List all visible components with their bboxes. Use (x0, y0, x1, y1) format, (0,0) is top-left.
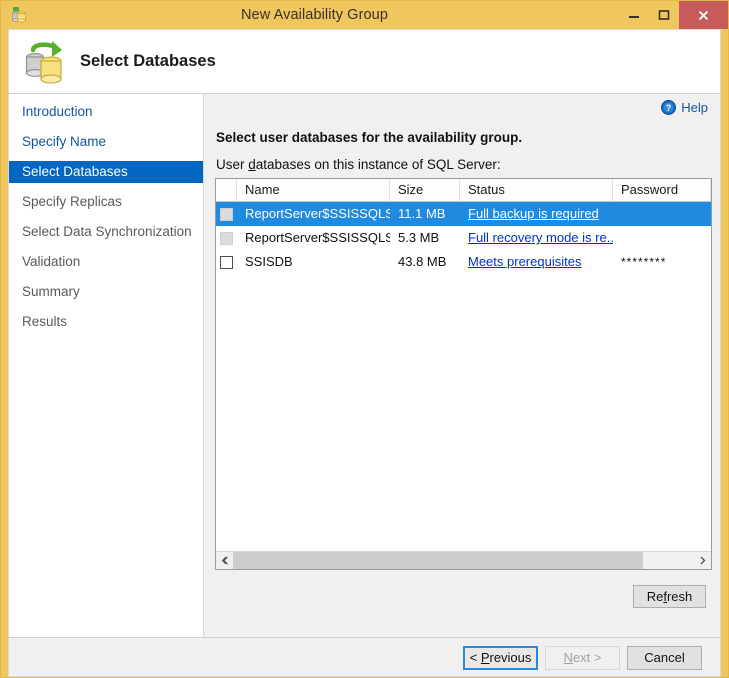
row-status-label: Full backup is required (468, 206, 599, 221)
row-size: 11.1 MB (398, 206, 446, 221)
body-area: Introduction Specify Name Select Databas… (8, 93, 721, 637)
footer-bar: < Previous Next > Cancel (8, 637, 721, 677)
previous-label-part1: < (469, 650, 481, 665)
row-status-label: Meets prerequisites (468, 254, 582, 269)
checkbox-unchecked-icon[interactable] (220, 255, 233, 269)
grid-label-part1: User (216, 157, 249, 172)
sidebar-item-specify-replicas: Specify Replicas (22, 194, 122, 209)
database-icon (9, 5, 29, 25)
column-header-name[interactable]: Name (237, 179, 390, 201)
row-size: 43.8 MB (398, 254, 447, 269)
sidebar-item-validation: Validation (22, 254, 81, 269)
scroll-right-button[interactable] (694, 552, 711, 569)
chevron-left-icon (221, 556, 228, 565)
row-checkbox-cell[interactable] (216, 255, 237, 269)
content-panel: ? Help Select user databases for the ava… (204, 94, 720, 637)
grid-label: User databases on this instance of SQL S… (216, 157, 501, 172)
previous-button[interactable]: < Previous (463, 646, 538, 670)
row-status-link[interactable]: Full backup is required (460, 202, 613, 226)
previous-label-part2: revious (489, 650, 532, 665)
cancel-label: Cancel (644, 650, 685, 665)
next-label-accel: N (563, 650, 573, 665)
row-status-link[interactable]: Meets prerequisites (460, 250, 613, 274)
wizard-steps-sidebar: Introduction Specify Name Select Databas… (9, 94, 204, 637)
row-status-link[interactable]: Full recovery mode is re... (460, 226, 613, 250)
table-row[interactable]: ReportServer$SSISSQLSER... 11.1 MB Full … (216, 202, 711, 226)
grid-label-accel: d (248, 157, 256, 172)
chevron-right-icon (700, 556, 706, 565)
grid-label-part2: atabases on this instance of SQL Server: (255, 157, 501, 172)
maximize-button[interactable] (649, 1, 679, 29)
refresh-label-part1: Re (646, 589, 664, 604)
scroll-left-button[interactable] (216, 552, 233, 569)
sidebar-item-introduction[interactable]: Introduction (9, 101, 203, 123)
grid-body: ReportServer$SSISSQLSER... 11.1 MB Full … (216, 202, 711, 551)
row-name: SSISDB (245, 254, 293, 269)
horizontal-scrollbar[interactable] (216, 551, 711, 569)
refresh-button[interactable]: Refresh (633, 585, 706, 608)
sidebar-item-summary: Summary (22, 284, 80, 299)
sidebar-item-specify-name[interactable]: Specify Name (9, 131, 203, 153)
row-size: 5.3 MB (398, 230, 440, 245)
sidebar-item-select-data-synchronization: Select Data Synchronization (22, 224, 192, 239)
row-password[interactable]: ******** (613, 250, 711, 274)
checkbox-unchecked-icon (220, 207, 233, 221)
row-status-label: Full recovery mode is re... (468, 230, 613, 245)
page-title: Select Databases (80, 52, 216, 70)
checkbox-unchecked-icon (220, 231, 233, 245)
minimize-button[interactable] (619, 1, 649, 29)
cancel-button[interactable]: Cancel (627, 646, 702, 670)
svg-text:?: ? (666, 103, 672, 113)
close-icon (698, 10, 709, 20)
help-label: Help (681, 100, 708, 115)
row-checkbox-cell[interactable] (216, 231, 237, 245)
column-header-size[interactable]: Size (390, 179, 460, 201)
next-label-part2: ext > (572, 650, 602, 665)
table-row[interactable]: SSISDB 43.8 MB Meets prerequisites *****… (216, 250, 711, 274)
close-button[interactable] (679, 1, 728, 29)
title-bar: New Availability Group (1, 1, 728, 29)
grid-header-row: Name Size Status Password (216, 179, 711, 202)
page-header: Select Databases (8, 29, 721, 93)
maximize-icon (658, 10, 670, 20)
sidebar-item-results: Results (22, 314, 68, 329)
next-button: Next > (545, 646, 620, 670)
row-checkbox-cell[interactable] (216, 207, 237, 221)
minimize-icon (629, 16, 639, 18)
new-availability-group-window: New Availability Group Select Databases … (0, 0, 729, 678)
column-header-status[interactable]: Status (460, 179, 613, 201)
row-name: ReportServer$SSISSQLSER... (245, 230, 390, 245)
row-name: ReportServer$SSISSQLSER... (245, 206, 390, 221)
scrollbar-track[interactable] (233, 552, 694, 569)
column-header-checkbox[interactable] (216, 179, 237, 201)
help-link[interactable]: ? Help (661, 100, 708, 115)
instruction-text: Select user databases for the availabili… (216, 130, 523, 145)
column-header-password[interactable]: Password (613, 179, 711, 201)
table-row[interactable]: ReportServer$SSISSQLSER... 5.3 MB Full r… (216, 226, 711, 250)
refresh-label-part2: resh (666, 589, 693, 604)
scrollbar-thumb[interactable] (233, 552, 644, 569)
databases-grid: Name Size Status Password ReportServer$S… (215, 178, 712, 570)
sidebar-item-select-databases[interactable]: Select Databases (9, 161, 203, 183)
help-circle-icon: ? (661, 100, 677, 115)
databases-sync-icon (20, 38, 70, 86)
